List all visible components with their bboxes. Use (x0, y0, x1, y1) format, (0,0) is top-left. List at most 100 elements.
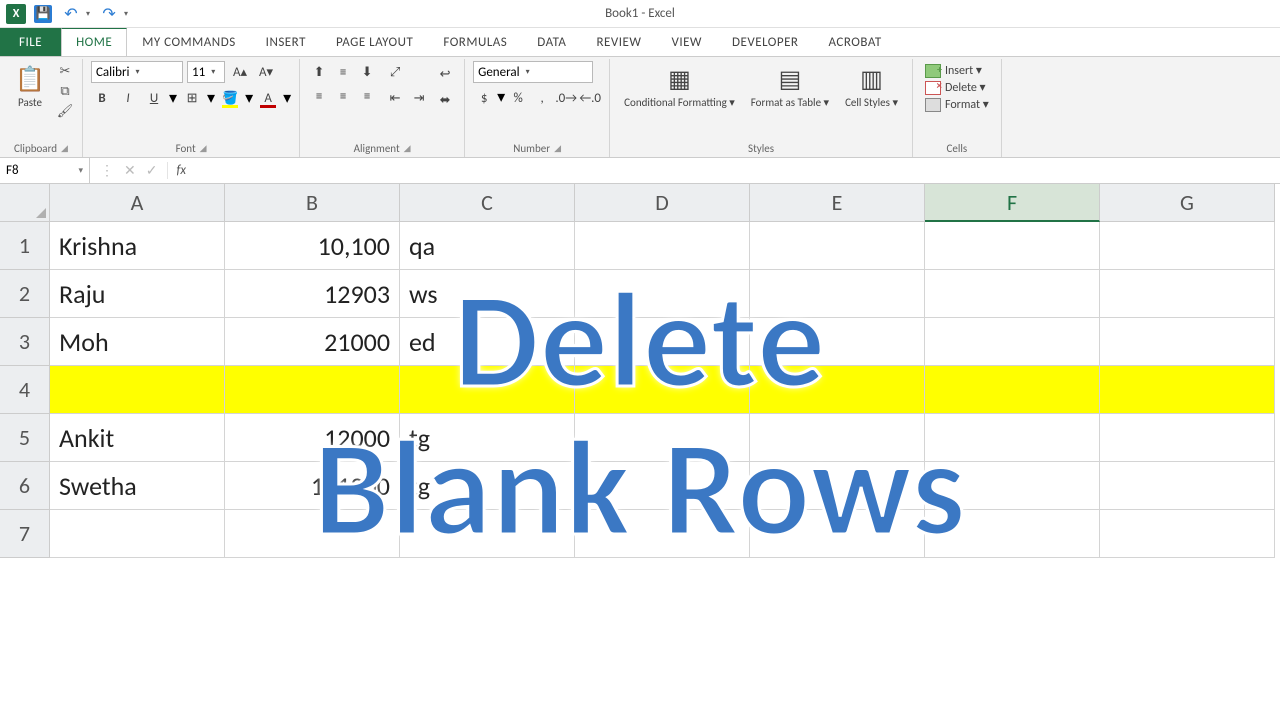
cell[interactable] (400, 510, 575, 558)
cell[interactable] (575, 510, 750, 558)
align-bottom-icon[interactable]: ⬇ (356, 61, 378, 83)
redo-icon[interactable]: ↷ (98, 5, 120, 23)
tab-formulas[interactable]: FORMULAS (428, 28, 522, 56)
cell[interactable] (1100, 510, 1275, 558)
cell[interactable]: Moh (50, 318, 225, 366)
column-header[interactable]: G (1100, 184, 1275, 222)
cell[interactable] (1100, 366, 1275, 414)
tab-review[interactable]: REVIEW (581, 28, 656, 56)
font-launcher-icon[interactable]: ◢ (200, 143, 207, 154)
row-header[interactable]: 3 (0, 318, 50, 366)
cell[interactable] (925, 318, 1100, 366)
row-header[interactable]: 1 (0, 222, 50, 270)
insert-cells-button[interactable]: Insert ▾ (925, 63, 989, 78)
row-header[interactable]: 7 (0, 510, 50, 558)
cell[interactable]: Ankit (50, 414, 225, 462)
accounting-icon[interactable]: $ (473, 87, 495, 109)
tab-my-commands[interactable]: MY COMMANDS (127, 28, 250, 56)
align-right-icon[interactable]: ≡ (356, 85, 378, 107)
formula-input[interactable] (194, 158, 1280, 183)
select-all-corner[interactable] (0, 184, 50, 222)
orientation-icon[interactable]: ⤢ (384, 61, 406, 83)
cell[interactable] (575, 318, 750, 366)
cell[interactable]: ws (400, 270, 575, 318)
cell[interactable]: 111200 (225, 462, 400, 510)
cell[interactable] (925, 270, 1100, 318)
font-color-dropdown-icon[interactable]: ▾ (283, 88, 291, 108)
increase-font-icon[interactable]: A▴ (229, 61, 251, 83)
cell-styles-button[interactable]: ▥ Cell Styles ▾ (839, 61, 904, 111)
cancel-formula-icon[interactable]: ✕ (124, 162, 136, 179)
number-format-combo[interactable]: General▾ (473, 61, 593, 83)
undo-dropdown-icon[interactable]: ▾ (86, 9, 90, 19)
percent-icon[interactable]: % (507, 87, 529, 109)
enter-formula-icon[interactable]: ✓ (146, 162, 158, 179)
cell[interactable] (925, 414, 1100, 462)
increase-indent-icon[interactable]: ⇥ (408, 87, 430, 109)
column-header[interactable]: A (50, 184, 225, 222)
tab-home[interactable]: HOME (61, 28, 127, 56)
cell[interactable] (1100, 318, 1275, 366)
borders-dropdown-icon[interactable]: ▾ (207, 88, 215, 108)
tab-file[interactable]: FILE (0, 28, 61, 56)
align-middle-icon[interactable]: ≡ (332, 61, 354, 83)
comma-icon[interactable]: , (531, 87, 553, 109)
column-header[interactable]: C (400, 184, 575, 222)
tab-data[interactable]: DATA (522, 28, 581, 56)
cell[interactable] (750, 510, 925, 558)
cell[interactable]: tg (400, 414, 575, 462)
number-launcher-icon[interactable]: ◢ (554, 143, 561, 154)
fx-icon[interactable]: fx (168, 163, 194, 178)
cell[interactable] (750, 462, 925, 510)
delete-cells-button[interactable]: Delete ▾ (925, 80, 989, 95)
decrease-decimal-icon[interactable]: ←.0 (579, 87, 601, 109)
align-left-icon[interactable]: ≡ (308, 85, 330, 107)
cell[interactable] (750, 414, 925, 462)
alignment-launcher-icon[interactable]: ◢ (404, 143, 411, 154)
increase-decimal-icon[interactable]: .0→ (555, 87, 577, 109)
cell[interactable] (575, 366, 750, 414)
fill-color-dropdown-icon[interactable]: ▾ (245, 88, 253, 108)
bold-button[interactable]: B (91, 87, 113, 109)
tab-view[interactable]: VIEW (656, 28, 717, 56)
font-color-icon[interactable]: A (257, 87, 279, 109)
paste-button[interactable]: 📋 Paste (8, 61, 52, 121)
font-size-combo[interactable]: 11▾ (187, 61, 225, 83)
tab-developer[interactable]: DEVELOPER (717, 28, 813, 56)
cell[interactable]: Raju (50, 270, 225, 318)
borders-icon[interactable]: ⊞ (181, 87, 203, 109)
cell[interactable] (1100, 462, 1275, 510)
cell[interactable] (225, 510, 400, 558)
underline-dropdown-icon[interactable]: ▾ (169, 88, 177, 108)
cell[interactable] (1100, 414, 1275, 462)
font-name-combo[interactable]: Calibri▾ (91, 61, 183, 83)
cell[interactable] (925, 510, 1100, 558)
cell[interactable]: 12903 (225, 270, 400, 318)
align-top-icon[interactable]: ⬆ (308, 61, 330, 83)
cell[interactable] (750, 270, 925, 318)
cell[interactable]: 10,100 (225, 222, 400, 270)
cell[interactable] (1100, 270, 1275, 318)
row-header[interactable]: 4 (0, 366, 50, 414)
cell[interactable]: 12000 (225, 414, 400, 462)
cell[interactable] (750, 222, 925, 270)
cell[interactable]: Krishna (50, 222, 225, 270)
tab-acrobat[interactable]: ACROBAT (814, 28, 897, 56)
cell[interactable]: ed (400, 318, 575, 366)
cell[interactable] (575, 270, 750, 318)
row-header[interactable]: 5 (0, 414, 50, 462)
cell[interactable]: qa (400, 222, 575, 270)
cell[interactable] (925, 222, 1100, 270)
save-icon[interactable]: 💾 (34, 5, 52, 23)
column-header[interactable]: D (575, 184, 750, 222)
decrease-font-icon[interactable]: A▾ (255, 61, 277, 83)
column-header[interactable]: B (225, 184, 400, 222)
cell[interactable] (575, 222, 750, 270)
underline-button[interactable]: U (143, 87, 165, 109)
column-header[interactable]: F (925, 184, 1100, 222)
conditional-formatting-button[interactable]: ▦ Conditional Formatting ▾ (618, 61, 741, 111)
cell[interactable] (925, 366, 1100, 414)
decrease-indent-icon[interactable]: ⇤ (384, 87, 406, 109)
merge-center-icon[interactable]: ⬌ (434, 89, 456, 111)
clipboard-launcher-icon[interactable]: ◢ (61, 143, 68, 154)
